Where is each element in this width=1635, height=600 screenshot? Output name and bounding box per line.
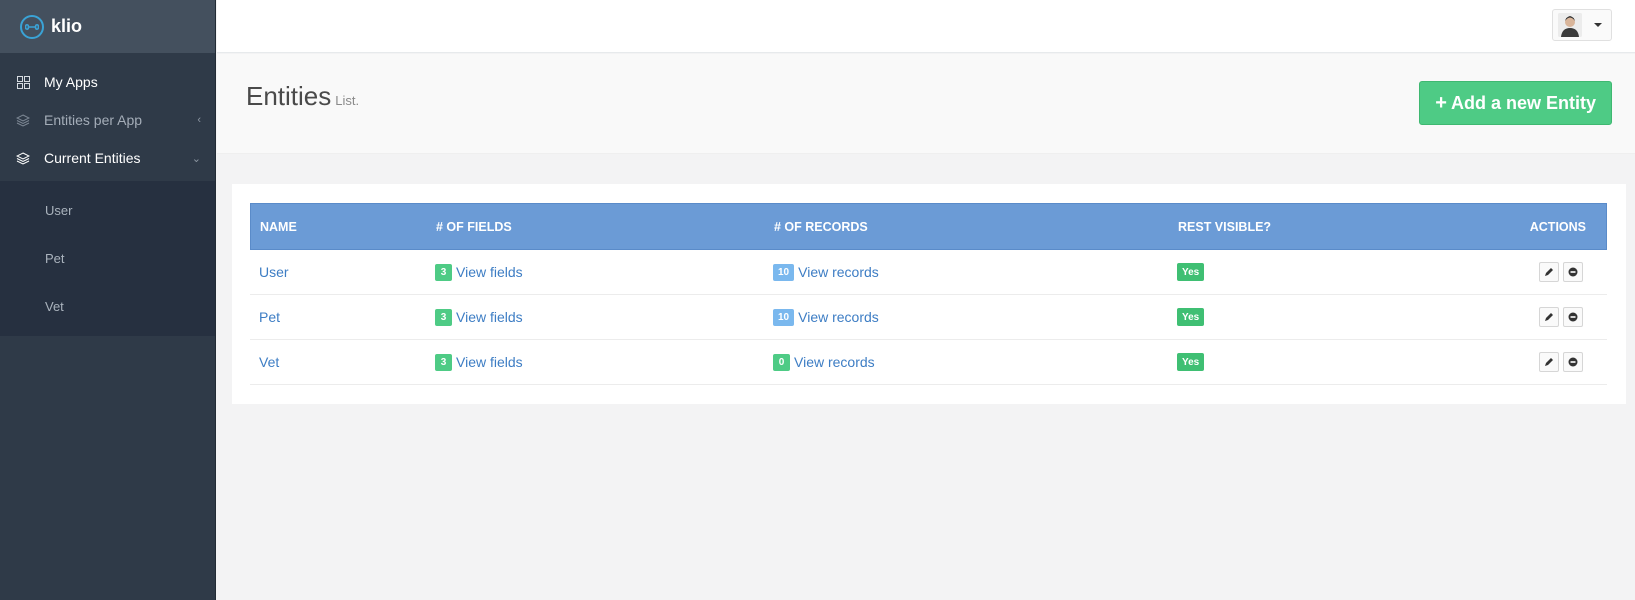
chevron-down-icon: ⌄ <box>191 152 201 165</box>
avatar <box>1558 13 1582 37</box>
subnav-item-pet[interactable]: Pet <box>0 235 215 283</box>
entities-panel: NAME # OF FIELDS # OF RECORDS REST VISIB… <box>232 184 1626 404</box>
sidebar-item-my-apps[interactable]: My Apps <box>0 63 215 101</box>
app-name: klio <box>51 16 83 36</box>
pencil-icon <box>1545 268 1553 276</box>
records-count-badge: 10 <box>773 263 795 281</box>
topbar <box>217 0 1635 53</box>
sidebar-item-entities-per-app[interactable]: Entities per App ‹ <box>0 101 215 139</box>
layers-icon <box>16 113 30 127</box>
view-fields-link[interactable]: View fields <box>456 264 523 280</box>
rest-visible-badge: Yes <box>1177 308 1205 326</box>
table-row: Pet 3 View fields 10 View records Yes <box>250 295 1607 340</box>
delete-button[interactable] <box>1563 262 1583 282</box>
view-records-link[interactable]: View records <box>798 264 879 280</box>
edit-button[interactable] <box>1539 262 1559 282</box>
page-title-text: Entities <box>246 81 332 111</box>
minus-circle-icon <box>1568 267 1578 277</box>
subnav-item-user[interactable]: User <box>0 187 215 235</box>
entity-name-link[interactable]: Pet <box>259 309 280 325</box>
edit-button[interactable] <box>1539 352 1559 372</box>
column-header-fields: # OF FIELDS <box>436 219 512 234</box>
fields-count-badge: 3 <box>435 353 452 371</box>
table-row: Vet 3 View fields 0 View records Yes <box>250 340 1607 385</box>
entity-name-link[interactable]: User <box>259 264 289 280</box>
column-header-name: NAME <box>260 219 297 234</box>
entities-table: NAME # OF FIELDS # OF RECORDS REST VISIB… <box>250 203 1607 385</box>
page-title: Entities List. <box>246 81 359 112</box>
column-header-records: # OF RECORDS <box>774 219 868 234</box>
current-entities-submenu: User Pet Vet <box>0 181 215 337</box>
sidebar: klio My Apps Entities per App ‹ Current … <box>0 0 216 600</box>
pencil-icon <box>1545 313 1553 321</box>
layers-icon <box>16 151 30 165</box>
delete-button[interactable] <box>1563 307 1583 327</box>
grid-icon <box>16 75 30 89</box>
rest-visible-badge: Yes <box>1177 353 1205 371</box>
table-header: NAME # OF FIELDS # OF RECORDS REST VISIB… <box>250 203 1607 250</box>
view-records-link[interactable]: View records <box>798 309 879 325</box>
brand[interactable]: klio <box>0 0 215 53</box>
minus-circle-icon <box>1568 357 1578 367</box>
sidebar-item-current-entities[interactable]: Current Entities ⌄ <box>0 139 215 177</box>
records-count-badge: 0 <box>773 353 790 371</box>
edit-button[interactable] <box>1539 307 1559 327</box>
page-subtitle: List. <box>335 93 360 108</box>
add-entity-button[interactable]: + Add a new Entity <box>1419 81 1612 125</box>
entity-name-link[interactable]: Vet <box>259 354 279 370</box>
sidebar-item-label: My Apps <box>44 74 98 90</box>
klio-logo-icon <box>20 14 44 39</box>
fields-count-badge: 3 <box>435 263 452 281</box>
fields-count-badge: 3 <box>435 308 452 326</box>
sidebar-item-label: Entities per App <box>44 112 143 128</box>
chevron-left-icon: ‹ <box>197 114 201 126</box>
minus-circle-icon <box>1568 312 1578 322</box>
column-header-rest-visible: REST VISIBLE? <box>1178 219 1272 234</box>
view-fields-link[interactable]: View fields <box>456 354 523 370</box>
add-entity-label: Add a new Entity <box>1450 92 1596 113</box>
sidebar-nav: My Apps Entities per App ‹ Current Entit… <box>0 53 215 177</box>
sidebar-item-label: Current Entities <box>44 150 141 166</box>
page-heading: Entities List. + Add a new Entity <box>217 54 1635 154</box>
table-row: User 3 View fields 10 View records Yes <box>250 250 1607 295</box>
view-records-link[interactable]: View records <box>794 354 875 370</box>
delete-button[interactable] <box>1563 352 1583 372</box>
rest-visible-badge: Yes <box>1177 263 1205 281</box>
pencil-icon <box>1545 358 1553 366</box>
caret-down-icon <box>1594 23 1602 27</box>
user-menu-button[interactable] <box>1552 9 1612 41</box>
subnav-item-vet[interactable]: Vet <box>0 282 215 330</box>
plus-icon: + <box>1435 91 1447 114</box>
view-fields-link[interactable]: View fields <box>456 309 523 325</box>
records-count-badge: 10 <box>773 308 795 326</box>
column-header-actions: ACTIONS <box>1529 219 1586 234</box>
